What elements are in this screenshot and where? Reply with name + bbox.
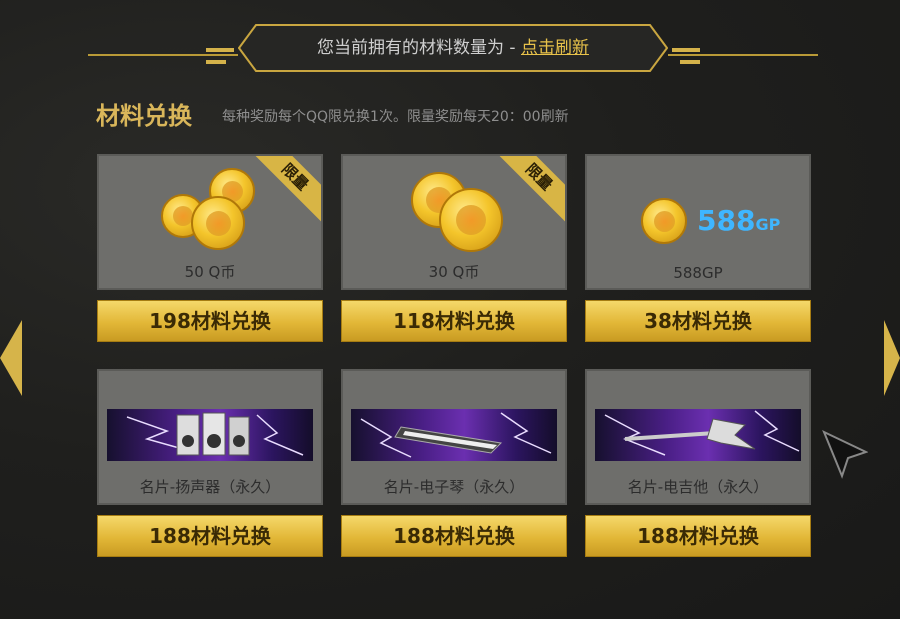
header-deco (680, 60, 700, 64)
exchange-cost: 118材料 (393, 309, 475, 333)
exchange-action: 兑换 (230, 524, 271, 548)
reward-card: 名片-电吉他（永久） 188材料兑换 (585, 369, 811, 559)
next-page-arrow-icon[interactable] (884, 320, 900, 396)
header-deco (206, 60, 226, 64)
reward-panel: 名片-电子琴（永久） (341, 369, 567, 505)
header-line-left (88, 54, 238, 56)
reward-name: 名片-电子琴（永久） (383, 478, 525, 496)
guitar-banner-icon (595, 409, 801, 461)
gp-amount-number: 588 (697, 204, 756, 237)
mouse-cursor-icon (822, 430, 868, 479)
exchange-cost: 188材料 (393, 524, 475, 548)
reward-name: 50 Q币 (184, 263, 236, 281)
exchange-cost: 188材料 (637, 524, 719, 548)
reward-card: 588GP 588GP 38材料兑换 (585, 154, 811, 344)
material-count-header: 您当前拥有的材料数量为 - 点击刷新 (88, 20, 818, 76)
reward-panel: 限量 50 Q币 (97, 154, 323, 290)
reward-name: 588GP (673, 264, 723, 282)
gp-amount-unit: GP (755, 215, 781, 234)
reward-panel: 限量 30 Q币 (341, 154, 567, 290)
speaker-graphic (126, 412, 304, 456)
reward-name: 名片-扬声器（永久） (139, 478, 281, 496)
coin-icon (191, 196, 245, 250)
exchange-action: 兑换 (718, 524, 759, 548)
exchange-button[interactable]: 198材料兑换 (97, 300, 323, 342)
reward-panel: 名片-电吉他（永久） (585, 369, 811, 505)
refresh-link[interactable]: 点击刷新 (521, 38, 589, 58)
header-deco (672, 48, 700, 52)
exchange-action: 兑换 (474, 524, 515, 548)
exchange-action: 兑换 (711, 309, 752, 333)
keyboard-banner-icon (351, 409, 557, 461)
exchange-action: 兑换 (474, 309, 515, 333)
coin-icon (439, 188, 503, 252)
material-count-label: 您当前拥有的材料数量为 - (317, 38, 521, 58)
section-note: 每种奖励每个QQ限兑换1次。限量奖励每天20：00刷新 (222, 109, 569, 125)
exchange-cost: 198材料 (149, 309, 231, 333)
prev-page-arrow-icon[interactable] (0, 320, 22, 396)
exchange-button[interactable]: 188材料兑换 (341, 515, 567, 557)
reward-name: 30 Q币 (428, 263, 480, 281)
exchange-action: 兑换 (230, 309, 271, 333)
gp-amount-label: 588GP (697, 204, 780, 237)
guitar-graphic (604, 410, 800, 456)
header-deco (206, 48, 234, 52)
reward-card: 名片-扬声器（永久） 188材料兑换 (97, 369, 323, 559)
reward-card: 名片-电子琴（永久） 188材料兑换 (341, 369, 567, 559)
keyboard-graphic (360, 412, 552, 458)
reward-name: 名片-电吉他（永久） (627, 478, 769, 496)
reward-card: 限量 30 Q币 118材料兑换 (341, 154, 567, 344)
material-count-text: 您当前拥有的材料数量为 - 点击刷新 (238, 24, 668, 72)
limited-badge: 限量 (250, 156, 321, 222)
exchange-cost: 38材料 (644, 309, 712, 333)
header-box: 您当前拥有的材料数量为 - 点击刷新 (238, 24, 668, 72)
limited-badge: 限量 (494, 156, 565, 222)
speaker-banner-icon (107, 409, 313, 461)
section-title: 材料兑换 (96, 102, 192, 130)
exchange-button[interactable]: 188材料兑换 (585, 515, 811, 557)
reward-card: 限量 50 Q币 198材料兑换 (97, 154, 323, 344)
header-line-right (668, 54, 818, 56)
reward-panel: 588GP 588GP (585, 154, 811, 290)
exchange-cost: 188材料 (149, 524, 231, 548)
reward-panel: 名片-扬声器（永久） (97, 369, 323, 505)
exchange-button[interactable]: 38材料兑换 (585, 300, 811, 342)
exchange-button[interactable]: 118材料兑换 (341, 300, 567, 342)
exchange-button[interactable]: 188材料兑换 (97, 515, 323, 557)
gp-coin-icon (641, 198, 687, 244)
